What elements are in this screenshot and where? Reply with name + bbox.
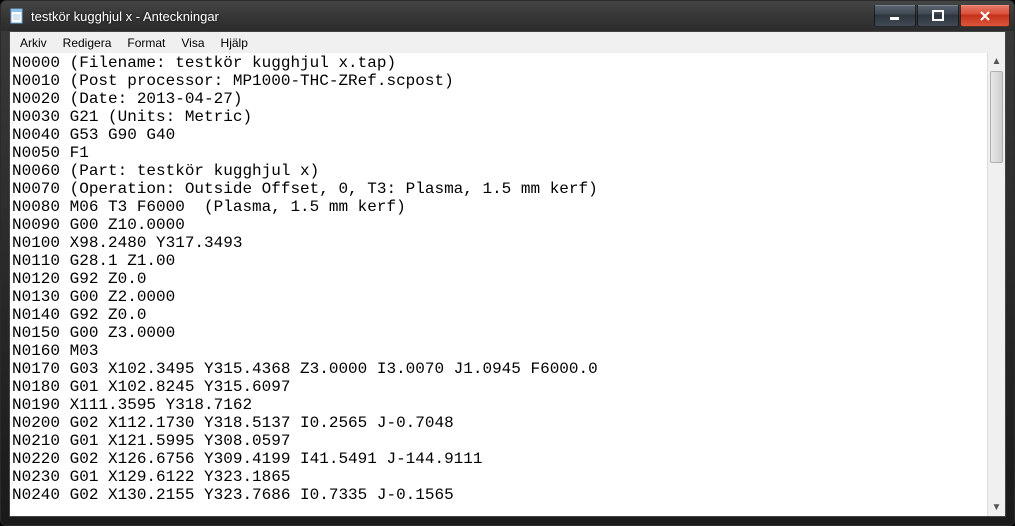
window-controls: [873, 5, 1010, 27]
scroll-down-arrow-icon[interactable]: ▼: [988, 499, 1005, 516]
editor-wrap: N0000 (Filename: testkör kugghjul x.tap)…: [10, 53, 1005, 516]
menu-redigera[interactable]: Redigera: [55, 34, 120, 52]
client-area: Arkiv Redigera Format Visa Hjälp N0000 (…: [9, 31, 1006, 517]
app-window: testkör kugghjul x - Anteckningar Arkiv …: [0, 0, 1015, 526]
menu-visa[interactable]: Visa: [173, 34, 212, 52]
menu-hjalp[interactable]: Hjälp: [213, 34, 256, 52]
scroll-thumb[interactable]: [990, 71, 1003, 163]
maximize-button[interactable]: [917, 5, 959, 27]
vertical-scrollbar[interactable]: ▲ ▼: [987, 53, 1005, 516]
menubar: Arkiv Redigera Format Visa Hjälp: [10, 32, 1005, 54]
menu-arkiv[interactable]: Arkiv: [12, 34, 55, 52]
minimize-button[interactable]: [874, 5, 916, 27]
window-title: testkör kugghjul x - Anteckningar: [31, 9, 873, 24]
scroll-up-arrow-icon[interactable]: ▲: [988, 53, 1005, 70]
menu-format[interactable]: Format: [119, 34, 173, 52]
text-editor[interactable]: N0000 (Filename: testkör kugghjul x.tap)…: [10, 53, 987, 516]
titlebar[interactable]: testkör kugghjul x - Anteckningar: [1, 1, 1014, 31]
close-button[interactable]: [960, 5, 1010, 27]
notepad-icon: [9, 8, 25, 24]
